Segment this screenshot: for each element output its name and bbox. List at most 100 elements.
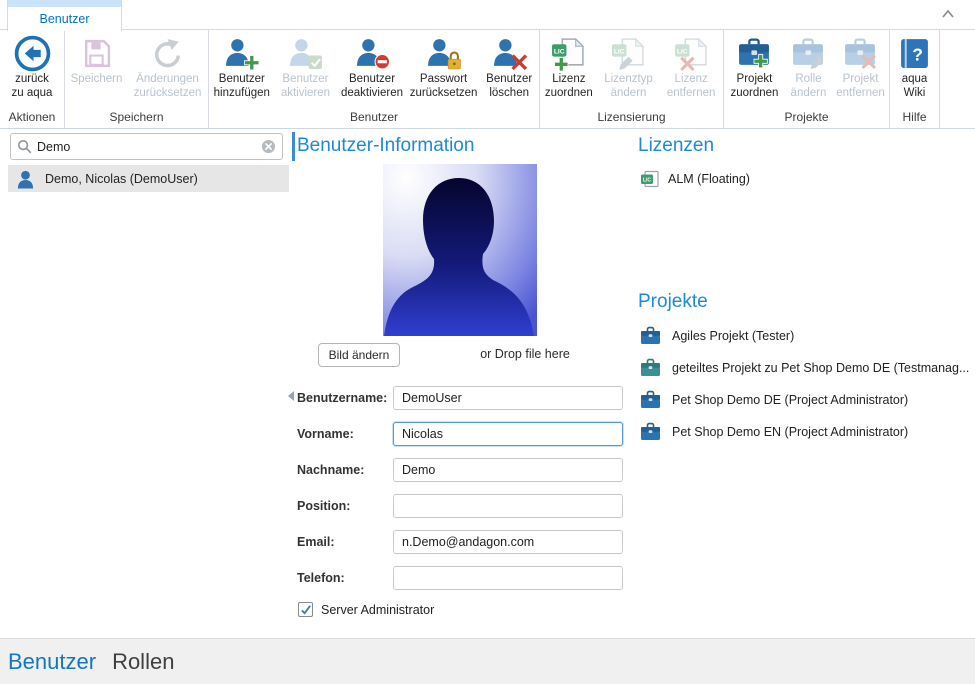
project-list-item[interactable]: Pet Shop Demo DE (Project Administrator) (640, 390, 908, 409)
change-role-button[interactable]: Rolle ändern (786, 32, 831, 100)
content-area: Demo, Nicolas (DemoUser) Benutzer-Inform… (0, 129, 975, 637)
activate-user-button[interactable]: Benutzer aktivieren (276, 32, 336, 100)
project-label: Pet Shop Demo EN (Project Administrator) (672, 425, 908, 439)
field-label-telefon: Telefon: (297, 571, 391, 585)
briefcase-icon (640, 390, 661, 409)
position-field[interactable] (393, 494, 623, 518)
field-label-nachname: Nachname: (297, 463, 391, 477)
project-remove-icon (843, 33, 878, 73)
license-list-item[interactable]: LIC ALM (Floating) (640, 169, 750, 189)
collapse-ribbon-icon[interactable] (941, 8, 955, 20)
license-icon: LIC (640, 169, 660, 189)
remove-project-button[interactable]: Projekt entfernen (833, 32, 888, 100)
bottom-nav-bar: Benutzer Rollen (0, 638, 975, 684)
undo-arrow-icon (151, 33, 184, 73)
user-delete-icon (492, 33, 527, 73)
svg-text:LIC: LIC (677, 48, 688, 55)
assign-license-button[interactable]: LIC Lizenz zuordnen (541, 32, 597, 100)
role-edit-icon (791, 33, 826, 73)
user-deactivate-icon (355, 33, 390, 73)
avatar-image[interactable] (383, 164, 537, 336)
vorname-field[interactable] (393, 422, 623, 446)
ribbon: zurück zu aqua Aktionen Speichern (0, 30, 975, 129)
assign-project-button[interactable]: Projekt zuordnen (725, 32, 784, 100)
user-list-item-selected[interactable]: Demo, Nicolas (DemoUser) (8, 165, 289, 192)
project-label: Pet Shop Demo DE (Project Administrator) (672, 393, 908, 407)
license-remove-icon: LIC (674, 33, 709, 73)
collapse-panel-arrow[interactable] (288, 391, 294, 401)
footer-tab-benutzer[interactable]: Benutzer (8, 649, 96, 675)
ribbon-tabstrip: Benutzer (0, 0, 975, 30)
server-admin-checkbox[interactable] (298, 602, 313, 617)
drop-file-hint: or Drop file here (440, 347, 610, 361)
ribbon-group-projekte: Projekt zuordnen Rolle ändern (724, 30, 890, 128)
change-picture-button[interactable]: Bild ändern (318, 343, 400, 367)
help-book-icon: ? (898, 33, 931, 73)
aqua-wiki-button[interactable]: ? aqua Wiki (893, 32, 937, 100)
back-to-aqua-button[interactable]: zurück zu aqua (3, 32, 61, 100)
field-label-email: Email: (297, 535, 391, 549)
revert-changes-button[interactable]: Änderungen zurücksetzen (129, 32, 207, 100)
ribbon-group-benutzer: Benutzer hinzufügen Benutzer aktivieren (209, 30, 540, 128)
license-add-icon: LIC (551, 33, 586, 73)
field-label-benutzername: Benutzername: (297, 391, 391, 405)
briefcase-icon (640, 358, 661, 377)
floppy-disk-icon (80, 33, 113, 73)
field-label-vorname: Vorname: (297, 427, 391, 441)
app-window: Benutzer zurück zu aqua (0, 0, 975, 684)
clear-search-icon[interactable] (261, 139, 276, 154)
group-label-benutzer: Benutzer (209, 110, 539, 128)
nachname-field[interactable] (393, 458, 623, 482)
footer-tab-rollen[interactable]: Rollen (112, 649, 174, 675)
ribbon-group-hilfe: ? aqua Wiki Hilfe (890, 30, 940, 128)
group-label-speichern: Speichern (65, 110, 208, 128)
project-list-item[interactable]: Agiles Projekt (Tester) (640, 326, 794, 345)
tab-benutzer[interactable]: Benutzer (7, 0, 122, 31)
svg-text:LIC: LIC (614, 48, 625, 55)
scrollbar-thumb[interactable] (292, 132, 295, 161)
reset-password-button[interactable]: Passwort zurücksetzen (409, 32, 479, 100)
project-list-item[interactable]: Pet Shop Demo EN (Project Administrator) (640, 422, 908, 441)
back-arrow-icon (14, 33, 51, 73)
license-label: ALM (Floating) (668, 172, 750, 186)
deactivate-user-button[interactable]: Benutzer deaktivieren (337, 32, 407, 100)
project-label: Agiles Projekt (Tester) (672, 329, 794, 343)
user-add-icon (224, 33, 259, 73)
benutzername-field[interactable] (393, 386, 623, 410)
group-label-hilfe: Hilfe (890, 110, 939, 128)
svg-text:LIC: LIC (554, 48, 565, 55)
project-list-item[interactable]: geteiltes Projekt zu Pet Shop Demo DE (T… (640, 358, 969, 377)
add-user-button[interactable]: Benutzer hinzufügen (210, 32, 274, 100)
tab-benutzer-label: Benutzer (8, 7, 121, 30)
svg-text:?: ? (912, 44, 923, 64)
server-admin-label: Server Administrator (321, 603, 434, 617)
project-label: geteiltes Projekt zu Pet Shop Demo DE (T… (672, 361, 969, 375)
save-button[interactable]: Speichern (67, 32, 127, 87)
group-label-lizensierung: Lizensierung (540, 110, 723, 128)
user-list-item-label: Demo, Nicolas (DemoUser) (45, 172, 198, 186)
licenses-title: Lizenzen (638, 135, 714, 157)
project-add-icon (737, 33, 772, 73)
remove-license-button[interactable]: LIC Lizenz entfernen (660, 32, 722, 100)
user-activate-icon (288, 33, 323, 73)
checkmark-icon (300, 604, 312, 616)
ribbon-group-lizensierung: LIC Lizenz zuordnen LIC (540, 30, 724, 128)
ribbon-group-speichern: Speichern Änderungen zurücksetzen Speich… (65, 30, 209, 128)
search-input[interactable] (37, 140, 261, 154)
ribbon-group-aktionen: zurück zu aqua Aktionen (0, 30, 65, 128)
briefcase-icon (640, 326, 661, 345)
field-label-position: Position: (297, 499, 391, 513)
server-admin-row: Server Administrator (298, 602, 434, 617)
ribbon-spacer (940, 30, 975, 128)
tab-accent-strip (8, 0, 121, 7)
telefon-field[interactable] (393, 566, 623, 590)
change-license-type-button[interactable]: LIC Lizenztyp ändern (599, 32, 659, 100)
delete-user-button[interactable]: Benutzer löschen (480, 32, 538, 100)
briefcase-icon (640, 422, 661, 441)
user-search-box (10, 133, 283, 160)
email-field[interactable] (393, 530, 623, 554)
search-icon (17, 139, 32, 154)
svg-text:LIC: LIC (643, 178, 651, 184)
group-label-aktionen: Aktionen (0, 110, 64, 128)
group-label-projekte: Projekte (724, 110, 889, 128)
